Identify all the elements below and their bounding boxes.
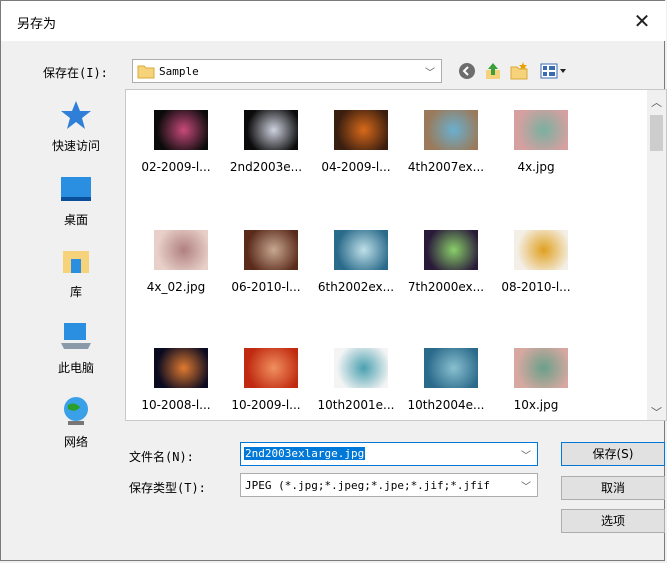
file-name: 4x_02.jpg xyxy=(146,280,206,294)
filename-label: 文件名(N): xyxy=(129,450,194,464)
view-menu-icon[interactable] xyxy=(539,61,569,81)
file-thumbnail xyxy=(424,110,478,150)
file-name: 7th2000ex... xyxy=(407,280,485,294)
file-thumbnail xyxy=(244,348,298,388)
filename-input[interactable]: 2nd2003exlarge.jpg ﹀ xyxy=(240,442,538,466)
vertical-scrollbar[interactable]: ︿ ﹀ xyxy=(647,90,666,420)
file-thumbnail xyxy=(424,230,478,270)
file-name: 10th2001e... xyxy=(317,398,395,412)
file-thumbnail xyxy=(514,110,568,150)
folder-icon xyxy=(137,65,155,79)
file-list[interactable]: ︿ ﹀ 02-2009-l... 2nd2003e... 04-2009-l... 4… xyxy=(125,89,667,421)
star-icon xyxy=(61,101,91,129)
file-item[interactable]: 7th2000ex... xyxy=(402,230,490,340)
place-quick-access[interactable]: 快速访问 xyxy=(31,99,121,154)
computer-icon xyxy=(61,323,91,349)
cancel-button[interactable]: 取消 xyxy=(561,476,665,500)
dialog-title: 另存为 xyxy=(17,17,57,32)
file-name: 6th2002ex... xyxy=(317,280,395,294)
file-name: 2nd2003e... xyxy=(229,160,303,174)
save-button[interactable]: 保存(S) xyxy=(561,442,665,466)
place-label: 此电脑 xyxy=(57,361,94,375)
place-desktop[interactable]: 桌面 xyxy=(31,173,121,228)
place-label: 网络 xyxy=(63,435,88,449)
file-name: 06-2010-l... xyxy=(231,280,301,294)
file-item[interactable]: 10-2008-l... xyxy=(132,348,220,458)
place-label: 桌面 xyxy=(63,213,88,227)
place-library[interactable]: 库 xyxy=(31,245,121,300)
file-item[interactable]: 02-2009-l... xyxy=(132,110,220,220)
up-folder-icon[interactable] xyxy=(483,61,503,81)
network-icon xyxy=(64,397,88,425)
file-thumbnail xyxy=(334,348,388,388)
file-name: 4th2007ex... xyxy=(407,160,485,174)
filetype-select[interactable]: JPEG (*.jpg;*.jpeg;*.jpe;*.jif;*.jfif ﹀ xyxy=(240,473,538,497)
title-bar: 另存为 ✕ xyxy=(1,1,666,41)
file-thumbnail xyxy=(334,110,388,150)
file-item[interactable]: 6th2002ex... xyxy=(312,230,400,340)
file-item[interactable]: 04-2009-l... xyxy=(312,110,400,220)
place-label: 库 xyxy=(69,285,82,299)
file-name: 10-2008-l... xyxy=(141,398,211,412)
file-item[interactable]: 4th2007ex... xyxy=(402,110,490,220)
file-name: 10x.jpg xyxy=(513,398,559,412)
file-item[interactable]: 4x.jpg xyxy=(492,110,580,220)
scroll-thumb[interactable] xyxy=(650,115,663,151)
file-item[interactable]: 2nd2003e... xyxy=(222,110,310,220)
save-in-dropdown[interactable]: Sample ﹀ xyxy=(132,59,442,83)
file-thumbnail xyxy=(154,230,208,270)
place-network[interactable]: 网络 xyxy=(31,395,121,450)
chevron-down-icon: ﹀ xyxy=(425,68,435,79)
file-thumbnail xyxy=(154,110,208,150)
filetype-value: JPEG (*.jpg;*.jpeg;*.jpe;*.jif;*.jfif xyxy=(245,479,491,492)
library-icon xyxy=(63,251,89,273)
new-folder-icon[interactable] xyxy=(509,61,529,81)
scroll-down-icon[interactable]: ﹀ xyxy=(647,404,666,420)
file-thumbnail xyxy=(154,348,208,388)
options-button[interactable]: 选项 xyxy=(561,509,665,533)
file-name: 04-2009-l... xyxy=(321,160,391,174)
file-item[interactable]: 4x_02.jpg xyxy=(132,230,220,340)
file-thumbnail xyxy=(334,230,388,270)
file-item[interactable]: 08-2010-l... xyxy=(492,230,580,340)
chevron-down-icon[interactable]: ﹀ xyxy=(521,447,531,462)
place-this-pc[interactable]: 此电脑 xyxy=(31,321,121,376)
file-thumbnail xyxy=(244,110,298,150)
scroll-up-icon[interactable]: ︿ xyxy=(647,94,666,110)
file-thumbnail xyxy=(244,230,298,270)
file-thumbnail xyxy=(514,230,568,270)
current-folder-name: Sample xyxy=(159,65,199,78)
file-item[interactable]: 06-2010-l... xyxy=(222,230,310,340)
desktop-icon xyxy=(61,177,91,201)
back-icon[interactable] xyxy=(457,61,477,81)
file-name: 10th2004e... xyxy=(407,398,485,412)
filename-value: 2nd2003exlarge.jpg xyxy=(244,447,366,460)
save-as-dialog: 另存为 ✕ 保存在(I): Sample ﹀ 快速访问 桌面 库 此电脑 网络 … xyxy=(0,0,667,561)
filetype-label: 保存类型(T): xyxy=(129,481,206,495)
close-icon[interactable]: ✕ xyxy=(628,7,656,35)
file-name: 10-2009-l... xyxy=(231,398,301,412)
save-in-label: 保存在(I): xyxy=(43,66,108,80)
places-bar: 快速访问 桌面 库 此电脑 网络 xyxy=(31,93,121,493)
file-thumbnail xyxy=(424,348,478,388)
file-thumbnail xyxy=(514,348,568,388)
file-name: 08-2010-l... xyxy=(501,280,571,294)
place-label: 快速访问 xyxy=(51,139,100,153)
file-name: 4x.jpg xyxy=(517,160,555,174)
chevron-down-icon[interactable]: ﹀ xyxy=(519,478,531,493)
file-name: 02-2009-l... xyxy=(141,160,211,174)
